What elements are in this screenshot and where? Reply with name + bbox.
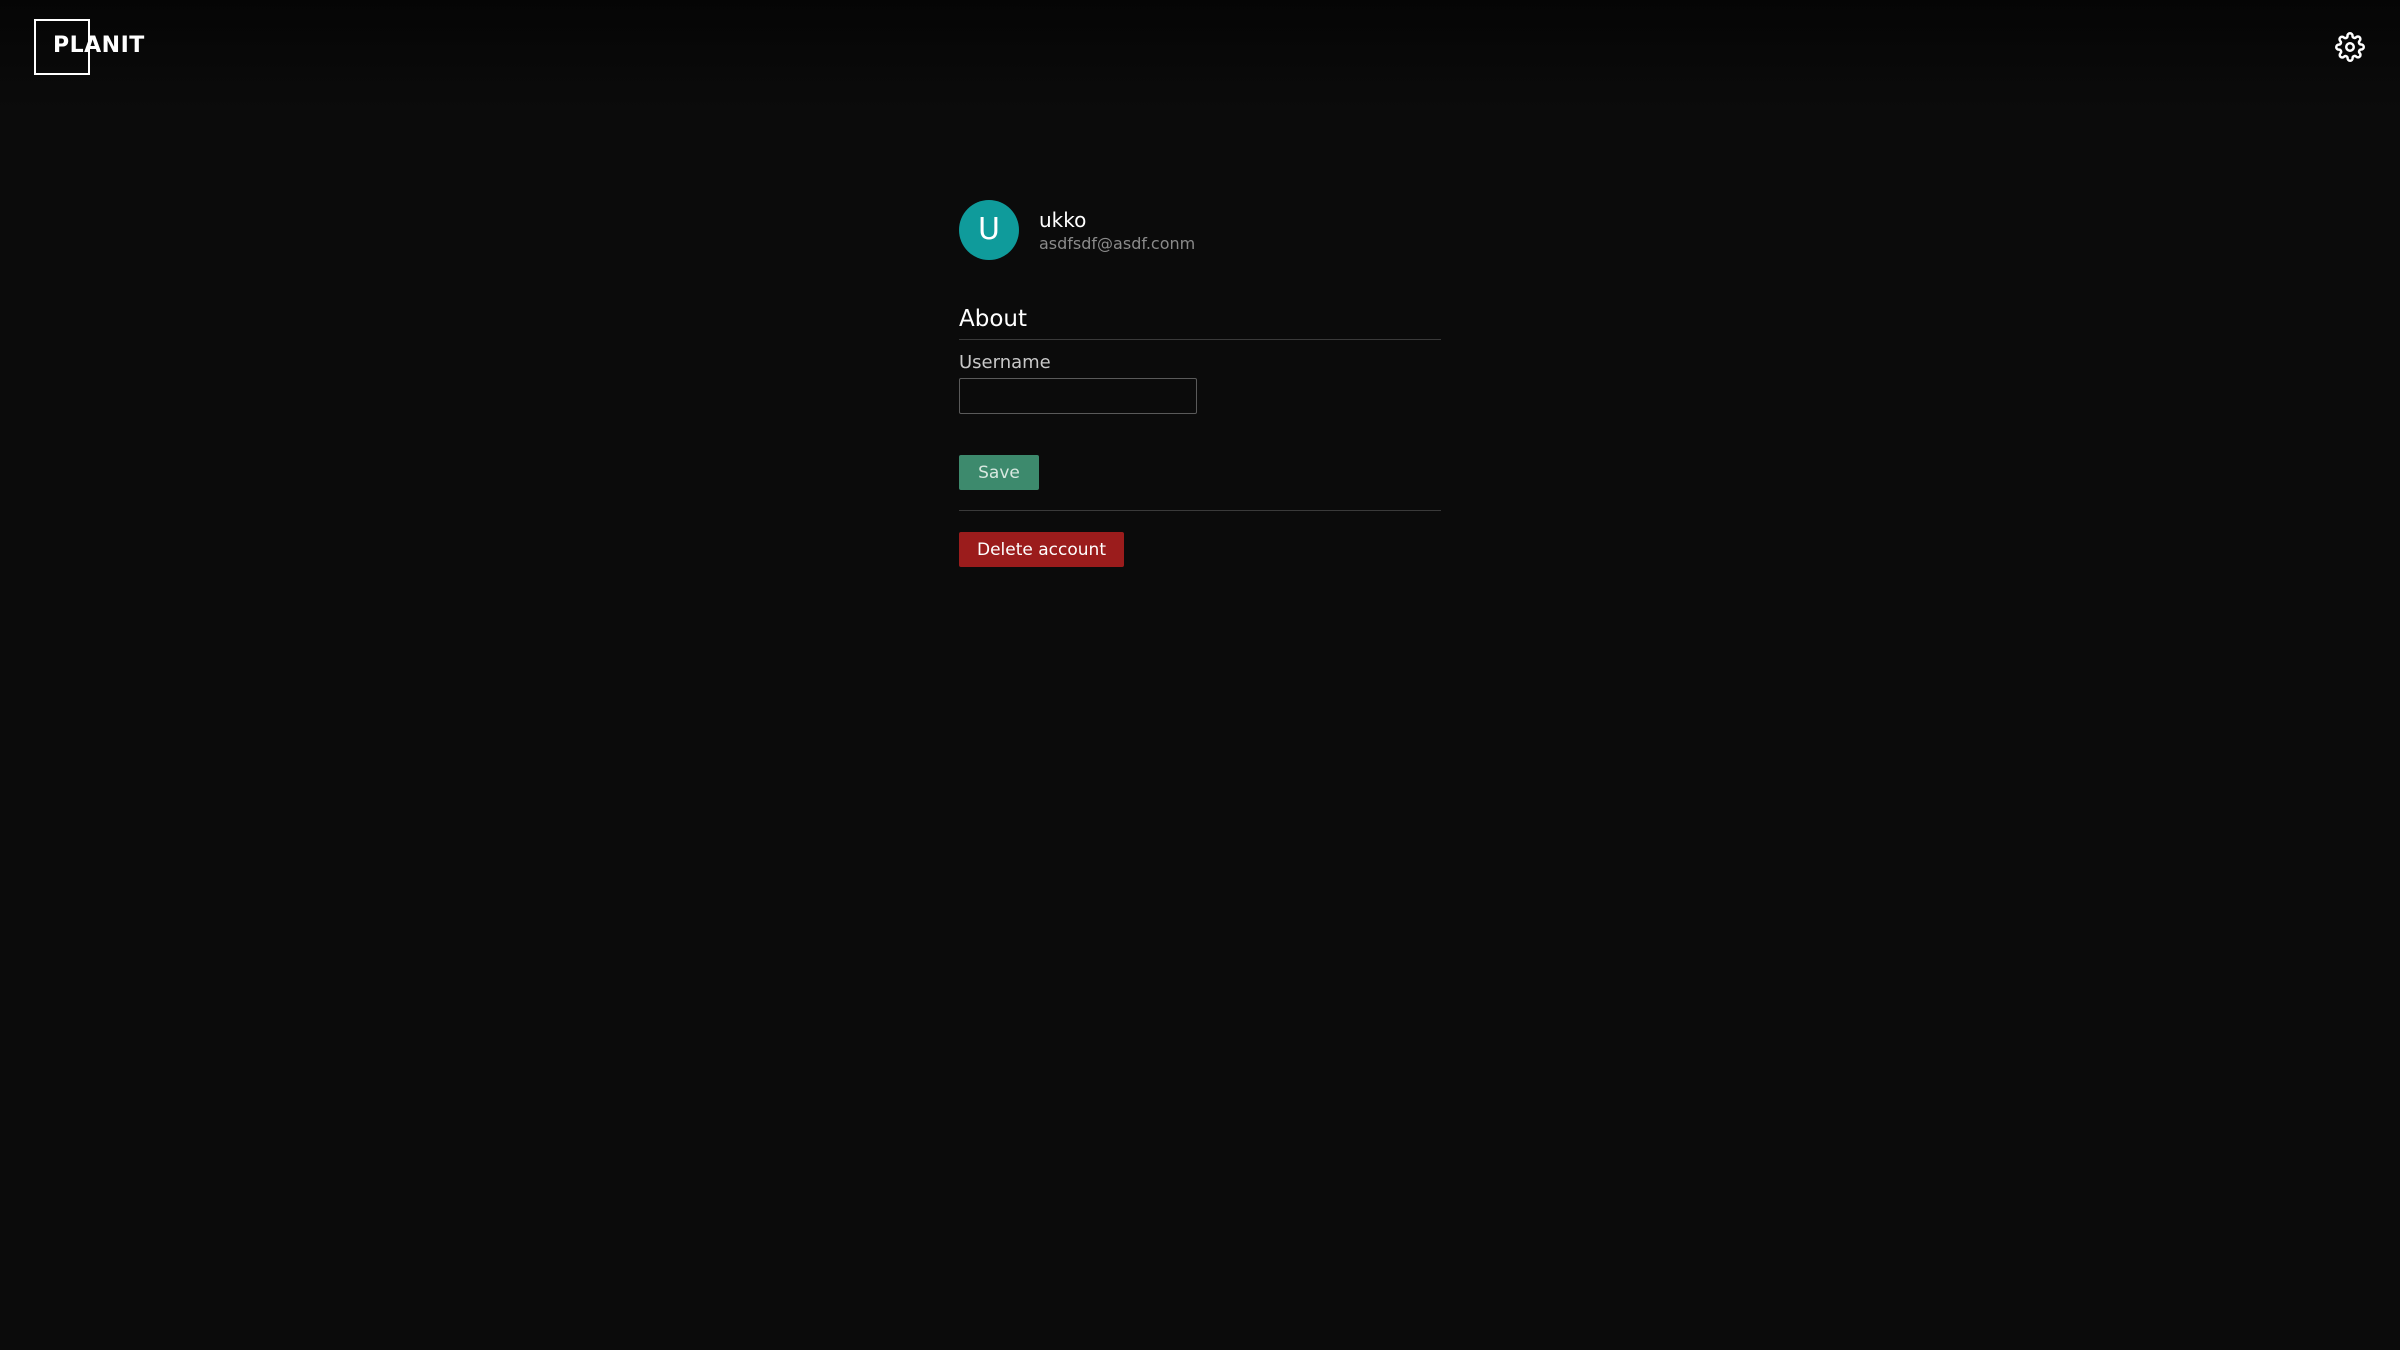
profile-settings-panel: U ukko asdfsdf@asdf.conm About Username … — [959, 200, 1441, 567]
avatar: U — [959, 200, 1019, 260]
save-button[interactable]: Save — [959, 455, 1039, 490]
section-title-about: About — [959, 306, 1028, 332]
divider — [959, 339, 1441, 340]
top-bar: PLANIT — [0, 0, 2400, 110]
username-input[interactable] — [959, 378, 1197, 414]
profile-email: asdfsdf@asdf.conm — [1039, 234, 1196, 253]
gear-icon — [2335, 32, 2365, 66]
divider — [959, 510, 1441, 511]
profile-username: ukko — [1039, 208, 1087, 232]
delete-account-button[interactable]: Delete account — [959, 532, 1124, 567]
profile-header: U ukko asdfsdf@asdf.conm — [959, 200, 1441, 260]
logo[interactable]: PLANIT — [53, 33, 145, 58]
username-label: Username — [959, 352, 1051, 373]
settings-button[interactable] — [2335, 32, 2365, 62]
